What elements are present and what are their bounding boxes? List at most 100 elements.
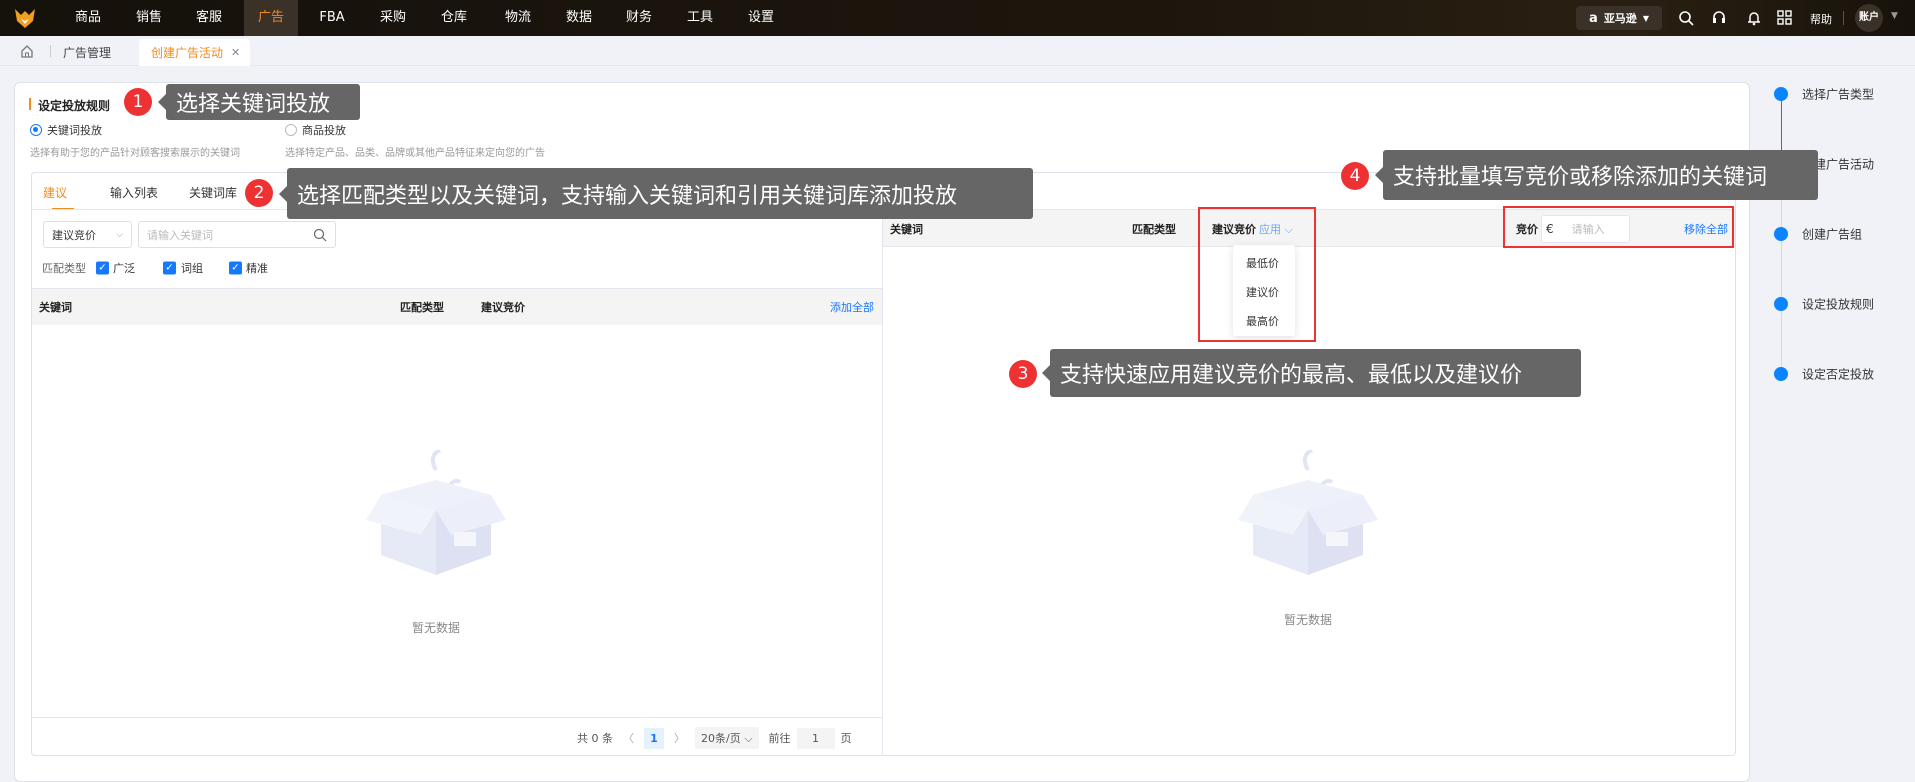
highlight-box-apply [1198, 207, 1316, 342]
empty-state-text: 暂无数据 [411, 621, 461, 635]
goto-page-input[interactable]: 1 [796, 727, 835, 749]
empty-state-text: 暂无数据 [1283, 613, 1333, 627]
column-keyword: 关键词 [39, 301, 72, 314]
bell-icon[interactable] [1746, 10, 1762, 26]
help-link[interactable]: 帮助 [1810, 11, 1832, 27]
divider [1843, 11, 1844, 25]
step-dot [1774, 297, 1788, 311]
step-dot [1774, 227, 1788, 241]
nav-item-logistics[interactable]: 物流 [491, 0, 545, 36]
headset-icon[interactable] [1711, 10, 1727, 26]
chevron-down-icon: ⌵ [116, 229, 123, 240]
breadcrumb-ads-management[interactable]: 广告管理 [63, 44, 111, 61]
search-icon[interactable] [313, 228, 327, 242]
nav-item-fba[interactable]: FBA [305, 0, 358, 36]
nav-item-data[interactable]: 数据 [552, 0, 606, 36]
search-icon[interactable] [1678, 10, 1694, 26]
top-nav: 商品 销售 客服 广告 FBA 采购 仓库 物流 数据 财务 工具 设置 a 亚… [0, 0, 1915, 36]
annotation-number: 1 [124, 88, 152, 116]
page-number[interactable]: 1 [644, 727, 664, 749]
annotation-callout: 支持批量填写竞价或移除添加的关键词 [1375, 150, 1818, 200]
close-icon[interactable]: ✕ [231, 46, 240, 59]
nav-item-products[interactable]: 商品 [61, 0, 115, 36]
annotation-number: 4 [1341, 162, 1369, 190]
column-match-type: 匹配类型 [400, 301, 444, 314]
column-keyword: 关键词 [890, 223, 923, 236]
add-all-button[interactable]: 添加全部 [830, 299, 874, 315]
empty-box-illustration [1238, 450, 1378, 575]
caret-down-icon: ▼ [1642, 13, 1649, 23]
account-caret-icon[interactable]: ▼ [1891, 11, 1898, 21]
nav-item-warehouse[interactable]: 仓库 [427, 0, 481, 36]
amazon-icon: a [1589, 10, 1598, 26]
section-marker [29, 98, 31, 110]
breadcrumb: 广告管理 创建广告活动 ✕ [0, 36, 1915, 66]
step-targeting-rules[interactable]: 设定投放规则 [1802, 296, 1874, 313]
sort-select[interactable]: 建议竞价 ⌵ [43, 221, 132, 248]
pagination: 共 0 条 〈 1 〉 20条/页 ⌵ 前往 1 页 [577, 727, 852, 749]
keyword-panel [31, 172, 1736, 756]
radio-description: 选择有助于您的产品针对顾客搜索展示的关键词 [30, 148, 240, 159]
checkbox-label: 精准 [246, 262, 268, 275]
annotation-number: 3 [1009, 360, 1037, 388]
tab-keyword-library[interactable]: 关键词库 [189, 184, 237, 201]
page-unit-label: 页 [840, 732, 852, 745]
radio-checked-icon [30, 124, 42, 136]
column-match-type: 匹配类型 [1132, 223, 1176, 236]
marketplace-select[interactable]: a 亚马逊 ▼ [1576, 6, 1662, 30]
divider [32, 717, 882, 718]
radio-label: 关键词投放 [47, 124, 102, 137]
nav-item-sales[interactable]: 销售 [122, 0, 176, 36]
highlight-box-bid [1503, 206, 1734, 248]
radio-label: 商品投放 [302, 124, 346, 137]
radio-unchecked-icon [285, 124, 297, 136]
annotation-callout: 选择关键词投放 [158, 84, 360, 120]
total-count: 共 0 条 [577, 732, 613, 745]
account-avatar[interactable]: 账户 [1855, 4, 1883, 32]
nav-item-finance[interactable]: 财务 [612, 0, 666, 36]
empty-box-illustration [366, 450, 506, 575]
annotation-callout: 支持快速应用建议竞价的最高、最低以及建议价 [1042, 349, 1581, 397]
nav-item-tools[interactable]: 工具 [673, 0, 727, 36]
checkbox-phrase[interactable]: ✓ [163, 261, 176, 275]
tab-create-campaign[interactable]: 创建广告活动 ✕ [139, 39, 250, 66]
step-dot [1774, 367, 1788, 381]
page-size-select[interactable]: 20条/页 ⌵ [695, 727, 759, 749]
checkbox-label: 词组 [181, 262, 203, 275]
goto-label: 前往 [768, 732, 791, 745]
marketplace-label: 亚马逊 [1603, 12, 1637, 25]
step-create-ad-group[interactable]: 创建广告组 [1802, 226, 1862, 243]
checkbox-exact[interactable]: ✓ [229, 261, 242, 275]
step-dot [1774, 87, 1788, 101]
checkbox-broad[interactable]: ✓ [96, 261, 109, 275]
radio-description: 选择特定产品、品类、品牌或其他产品特征来定向您的广告 [285, 148, 545, 159]
next-page-icon[interactable]: 〉 [674, 730, 685, 746]
step-choose-ad-type[interactable]: 选择广告类型 [1802, 86, 1874, 103]
step-negative-targeting[interactable]: 设定否定投放 [1802, 366, 1874, 383]
panel-divider [882, 172, 883, 756]
table-header [32, 288, 882, 325]
tab-label: 创建广告活动 [151, 46, 224, 60]
radio-keyword-targeting[interactable]: 关键词投放 [30, 122, 102, 138]
tab-suggested[interactable]: 建议 [43, 184, 67, 201]
section-title: 设定投放规则 [38, 99, 111, 113]
logo-icon [15, 9, 35, 28]
apps-grid-icon[interactable] [1777, 10, 1793, 26]
sort-select-value: 建议竞价 [52, 228, 96, 242]
page-size-value: 20条/页 [701, 732, 741, 745]
nav-item-purchase[interactable]: 采购 [366, 0, 420, 36]
radio-product-targeting[interactable]: 商品投放 [285, 122, 346, 138]
divider [50, 45, 51, 57]
search-placeholder: 请输入关键词 [147, 228, 213, 242]
tab-input-list[interactable]: 输入列表 [110, 184, 158, 201]
nav-item-settings[interactable]: 设置 [734, 0, 788, 36]
column-suggested-bid: 建议竞价 [481, 301, 525, 314]
checkbox-label: 广泛 [113, 262, 135, 275]
nav-item-service[interactable]: 客服 [182, 0, 236, 36]
nav-item-ads[interactable]: 广告 [243, 0, 299, 36]
keyword-search-input[interactable]: 请输入关键词 [138, 221, 336, 248]
home-icon[interactable] [20, 44, 34, 58]
annotation-number: 2 [245, 179, 273, 207]
prev-page-icon[interactable]: 〈 [623, 730, 634, 746]
match-type-label: 匹配类型 [42, 262, 86, 275]
